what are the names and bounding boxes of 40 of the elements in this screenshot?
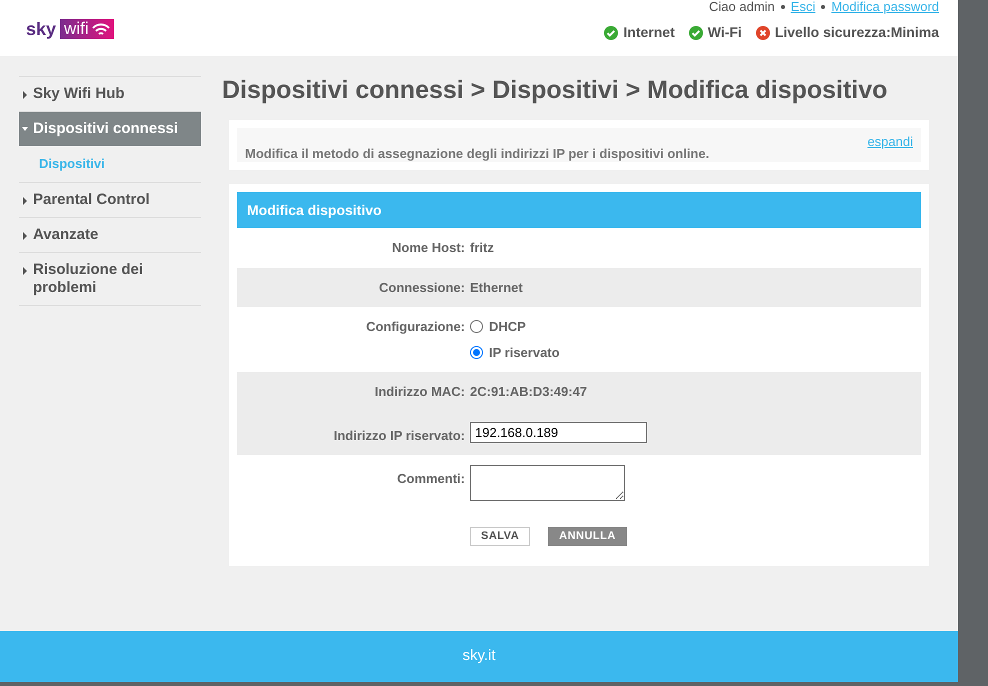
field-label: Connessione: — [378, 278, 465, 296]
sidebar-item[interactable]: Parental Control — [19, 182, 201, 218]
comment-field[interactable] — [470, 465, 625, 501]
caret-right-icon — [22, 91, 28, 99]
status-label: Livello sicurezza:Minima — [774, 23, 939, 42]
field-label: Nome Host: — [391, 239, 465, 257]
caret-right-icon — [22, 266, 28, 274]
check-icon — [688, 26, 703, 40]
field-label: Commenti: — [396, 470, 465, 488]
radio-checked-icon — [470, 346, 483, 359]
field-label: Configurazione: — [365, 318, 465, 336]
sidebar-item[interactable]: Risoluzione dei problemi — [19, 252, 201, 306]
radio-option[interactable]: DHCP — [470, 317, 560, 336]
dot-icon — [821, 5, 826, 9]
breadcrumb-title: Dispositivi connessi > Dispositivi > Modifica dispositivo — [222, 75, 888, 106]
sidebar-item[interactable]: Dispositivi connessi — [19, 112, 201, 146]
caret-right-icon — [22, 196, 28, 204]
check-icon — [604, 26, 618, 40]
error-icon — [756, 26, 770, 40]
form-title: Modifica dispositivo — [237, 192, 921, 228]
sidebar-item[interactable]: Avanzate — [19, 218, 201, 252]
ip-input-field[interactable]: 192.168.0.189 — [470, 422, 647, 442]
field-label: Indirizzo MAC: — [374, 383, 465, 401]
logo-brand: sky — [26, 18, 56, 41]
dot-icon — [780, 5, 785, 9]
radio-empty-icon — [470, 320, 483, 334]
field-label: Indirizzo IP riservato: — [332, 426, 465, 444]
field-value: 2C:91:AB:D3:49:47 — [470, 383, 588, 401]
caret-right-icon — [22, 232, 28, 240]
radio-option[interactable]: IP riservato — [470, 342, 560, 362]
status-label: Internet — [623, 23, 675, 42]
wifi-icon — [92, 22, 110, 36]
save-button[interactable]: SALVA — [470, 527, 530, 546]
field-value: fritz — [470, 239, 494, 257]
caret-down-icon — [22, 126, 28, 132]
cancel-button[interactable]: ANNULLA — [548, 527, 627, 546]
greeting-text: Ciao admin — [709, 0, 775, 14]
status-label: Wi-Fi — [708, 23, 742, 42]
field-value: Ethernet — [470, 278, 523, 296]
logo-product: wifi — [60, 19, 114, 39]
